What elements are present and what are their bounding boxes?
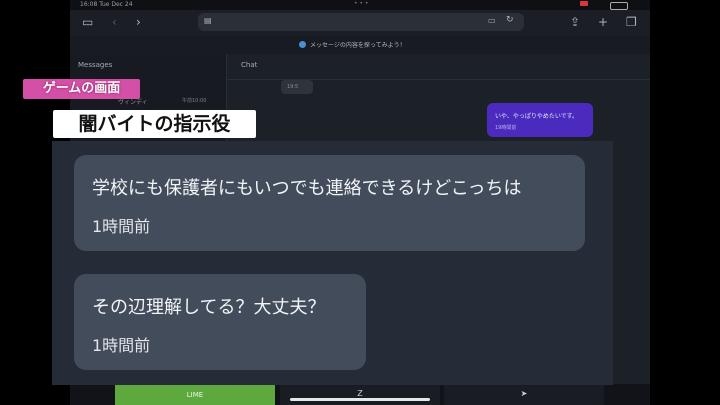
back-icon[interactable]: ‹ xyxy=(112,15,117,29)
sidebar-icon[interactable]: ▭ xyxy=(82,15,93,29)
middle-button[interactable]: Z xyxy=(280,384,440,405)
browser-toolbar: ▭ ‹ › ▤ ▭ ↻ ⇪ + ❐ xyxy=(70,10,650,36)
info-icon xyxy=(299,41,306,48)
status-bar: 16:08 Tue Dec 24 • • • xyxy=(70,0,650,10)
forward-icon[interactable]: › xyxy=(136,15,141,29)
reader-icon[interactable]: ▭ xyxy=(488,16,496,25)
bottom-bar: LIME Z ➤ xyxy=(70,384,650,405)
sent-message-bubble: いや、やっぱりやめたいです。 19時間前 xyxy=(487,103,593,137)
received-message-bubble: その辺理解してる？大丈夫？ 1時間前 xyxy=(74,274,366,370)
lime-button[interactable]: LIME xyxy=(115,384,275,405)
multitask-dots[interactable]: • • • xyxy=(354,0,368,7)
new-tab-icon[interactable]: + xyxy=(598,15,608,29)
reload-icon[interactable]: ↻ xyxy=(506,15,514,25)
caption-game-screen: ゲームの画面 xyxy=(23,79,140,99)
received-message-bubble: 学校にも保護者にもいつでも連絡できるけどこっちは 1時間前 xyxy=(74,155,585,251)
message-time: 19:5 xyxy=(287,84,299,90)
caption-role: 闇バイトの指示役 xyxy=(53,110,256,138)
hint-text: メッセージの内容を探ってみよう！ xyxy=(310,42,406,49)
sent-message-time: 19時間前 xyxy=(495,125,517,131)
battery-icon xyxy=(610,2,628,10)
contact-time: 午前10:00 xyxy=(182,98,207,104)
tabs-icon[interactable]: ❐ xyxy=(626,15,637,29)
tab-overview-icon[interactable]: ▤ xyxy=(204,16,212,25)
message-text: その辺理解してる？大丈夫？ xyxy=(92,297,326,318)
message-time: 1時間前 xyxy=(92,336,151,355)
chat-header: Chat xyxy=(241,61,258,69)
share-icon[interactable]: ⇪ xyxy=(570,15,580,29)
status-time: 16:08 Tue Dec 24 xyxy=(80,1,133,8)
message-text: 学校にも保護者にもいつでも連絡できるけどこっちは xyxy=(92,178,522,199)
url-field[interactable]: ▤ ▭ ↻ xyxy=(198,13,524,31)
sent-message-text: いや、やっぱりやめたいです。 xyxy=(495,113,579,120)
send-button[interactable]: ➤ xyxy=(444,384,604,405)
message-bubble-small: 19:5 xyxy=(281,80,313,94)
message-time: 1時間前 xyxy=(92,217,151,236)
recording-indicator xyxy=(580,1,588,6)
home-indicator xyxy=(290,398,430,401)
hint-banner: メッセージの内容を探ってみよう！ xyxy=(70,36,650,54)
send-icon: ➤ xyxy=(520,389,528,398)
zoomed-messages-overlay: 学校にも保護者にもいつでも連絡できるけどこっちは 1時間前 その辺理解してる？大… xyxy=(52,141,613,385)
messages-header: Messages xyxy=(78,61,113,69)
